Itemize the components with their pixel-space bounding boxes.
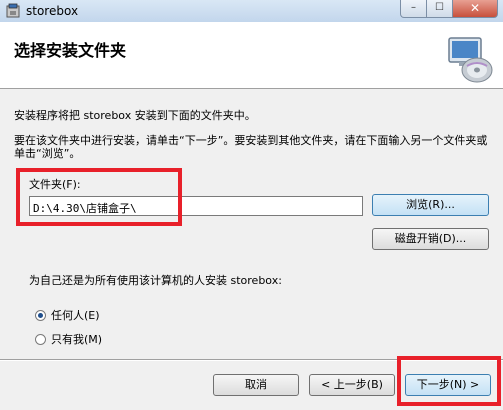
folder-highlight-box: [16, 168, 182, 226]
radio-everyone-label[interactable]: 任何人(E): [51, 309, 100, 322]
next-highlight-box: [397, 356, 501, 406]
installer-app-icon: [6, 3, 20, 18]
close-button[interactable]: ✕: [452, 0, 498, 18]
cancel-button[interactable]: 取消: [213, 374, 299, 396]
install-for-question: 为自己还是为所有使用该计算机的人安装 storebox:: [29, 274, 282, 287]
browse-button[interactable]: 浏览(R)...: [372, 194, 489, 216]
title-bar: storebox – ☐ ✕: [0, 0, 503, 23]
radio-everyone[interactable]: [35, 310, 46, 321]
window-title: storebox: [26, 4, 79, 18]
minimize-button[interactable]: –: [400, 0, 427, 18]
intro-text: 安装程序将把 storebox 安装到下面的文件夹中。: [14, 109, 256, 122]
back-button[interactable]: < 上一步(B): [309, 374, 395, 396]
disk-cost-button[interactable]: 磁盘开销(D)...: [372, 228, 489, 250]
instruction-text: 要在该文件夹中进行安装，请单击“下一步”。要安装到其他文件夹，请在下面输入另一个…: [14, 134, 488, 160]
computer-disc-icon: [448, 37, 493, 83]
radio-just-me[interactable]: [35, 334, 46, 345]
maximize-button[interactable]: ☐: [426, 0, 453, 18]
wizard-header: 选择安装文件夹: [0, 22, 503, 89]
page-title: 选择安装文件夹: [14, 41, 127, 60]
radio-just-me-label[interactable]: 只有我(M): [51, 333, 102, 346]
